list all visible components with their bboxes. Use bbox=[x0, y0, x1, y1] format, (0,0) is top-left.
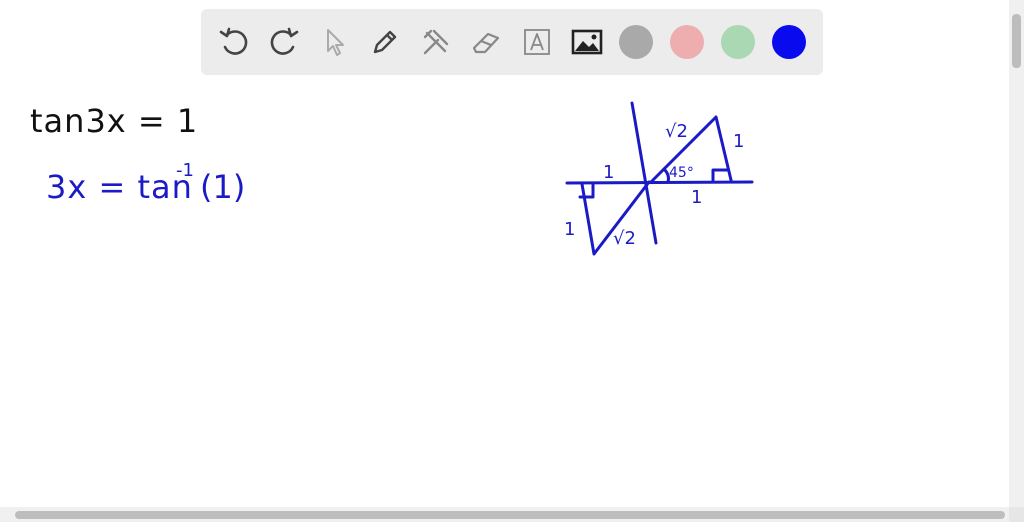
image-icon bbox=[571, 29, 603, 55]
tools-button[interactable] bbox=[417, 23, 454, 61]
text-icon bbox=[523, 29, 550, 55]
equation-line-2-rhs: (1) bbox=[200, 168, 245, 206]
label-side-left: 1 bbox=[564, 219, 575, 240]
horizontal-scrollbar[interactable] bbox=[0, 507, 1009, 522]
label-base-left: 1 bbox=[603, 162, 614, 183]
label-side-right: 1 bbox=[733, 131, 744, 152]
equation-line-2-lhs: 3x = tan bbox=[46, 168, 193, 206]
triangle-diagram bbox=[565, 101, 754, 256]
redo-icon bbox=[270, 27, 299, 55]
label-angle: 45° bbox=[669, 165, 694, 181]
scrollbar-corner bbox=[1009, 507, 1024, 522]
label-hypotenuse-bottom: √2 bbox=[613, 228, 636, 249]
eraser-button[interactable] bbox=[468, 23, 505, 61]
pointer-icon bbox=[326, 29, 344, 56]
undo-icon bbox=[219, 27, 247, 55]
equation-line-1: tan3x = 1 bbox=[30, 102, 198, 140]
label-hypotenuse-top: √2 bbox=[665, 121, 688, 142]
color-pink-swatch[interactable] bbox=[670, 25, 704, 59]
equation-line-2-exponent: -1 bbox=[176, 160, 194, 181]
pen-button[interactable] bbox=[367, 23, 404, 61]
horizontal-scroll-thumb[interactable] bbox=[15, 511, 1005, 519]
y-axis-line bbox=[630, 101, 658, 245]
vertical-scroll-thumb[interactable] bbox=[1012, 14, 1021, 68]
color-blue-swatch[interactable] bbox=[772, 25, 806, 59]
redo-button[interactable] bbox=[266, 23, 303, 61]
angle-arc bbox=[662, 167, 670, 184]
color-gray-swatch[interactable] bbox=[619, 25, 653, 59]
eraser-icon bbox=[472, 32, 500, 54]
undo-button[interactable] bbox=[215, 23, 252, 61]
x-axis-line bbox=[565, 180, 754, 185]
pen-icon bbox=[373, 30, 397, 54]
whiteboard-canvas[interactable]: tan3x = 1 3x = tan -1 (1) √2 1 1 45° 1 1… bbox=[0, 0, 1009, 507]
select-button[interactable] bbox=[316, 23, 353, 61]
label-base-right: 1 bbox=[691, 187, 702, 208]
image-button[interactable] bbox=[569, 23, 606, 61]
text-button[interactable] bbox=[518, 23, 555, 61]
color-green-swatch[interactable] bbox=[721, 25, 755, 59]
vertical-scrollbar[interactable] bbox=[1009, 0, 1024, 507]
upper-right-angle-mark bbox=[711, 168, 729, 182]
drawing-toolbar bbox=[201, 9, 823, 75]
tools-icon bbox=[423, 29, 448, 55]
